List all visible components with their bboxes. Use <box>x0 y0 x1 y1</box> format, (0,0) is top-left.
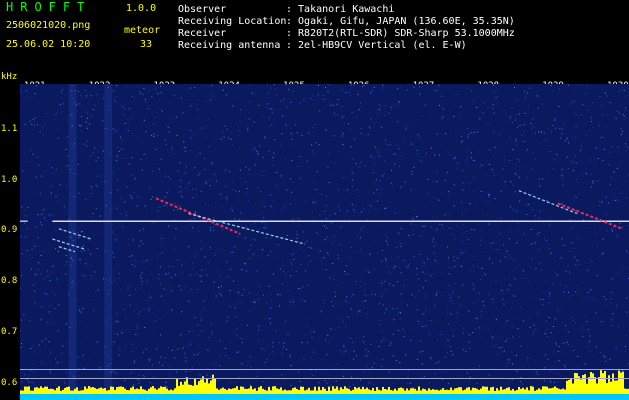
threshold-line <box>20 369 629 370</box>
info-row-receiver: Receiver : R820T2(RTL-SDR) SDR-Sharp 53.… <box>178 28 515 40</box>
y-axis-unit: kHz <box>1 72 18 82</box>
meteor-echo <box>188 213 306 245</box>
interference-band <box>68 84 77 394</box>
threshold-line <box>20 378 629 379</box>
info-value: : Takanori Kawachi <box>286 4 395 15</box>
info-label: Receiver <box>178 28 227 39</box>
meteor-label: meteor <box>124 25 161 36</box>
meteor-echo <box>557 202 623 230</box>
datetime: 25.06.02 10:20 <box>6 39 91 50</box>
y-tick-label: 0.6 <box>1 377 18 388</box>
y-tick-label: 0.7 <box>1 327 18 338</box>
info-label: Observer <box>178 4 227 15</box>
y-tick-label: 0.9 <box>1 225 18 236</box>
meteor-echo <box>52 238 85 250</box>
y-tick-label: 1.0 <box>1 174 18 185</box>
signal-strip <box>20 394 629 400</box>
info-label: Receiving antenna <box>178 40 281 51</box>
station-info: Observer : Takanori Kawachi Receiving Lo… <box>178 4 515 52</box>
filename: 2506021020.png <box>6 20 91 31</box>
interference-band <box>104 84 113 394</box>
info-value: : 2el-HB9CV Vertical (el. E-W) <box>286 40 467 51</box>
meteor-echo <box>518 190 578 215</box>
y-tick-label: 1.1 <box>1 123 18 134</box>
meteor-count: 33 <box>140 39 153 50</box>
info-row-observer: Observer : Takanori Kawachi <box>178 4 515 16</box>
info-value: : Ogaki, Gifu, JAPAN (136.60E, 35.35N) <box>286 16 515 27</box>
info-value: : R820T2(RTL-SDR) SDR-Sharp 53.1000MHz <box>286 28 515 39</box>
app-title: HROFFT <box>6 0 92 14</box>
app-version: 1.0.0 <box>126 3 157 14</box>
info-row-location: Receiving Location : Ogaki, Gifu, JAPAN … <box>178 16 515 28</box>
info-row-antenna: Receiving antenna : 2el-HB9CV Vertical (… <box>178 40 515 52</box>
y-tick-label: 0.8 <box>1 276 18 287</box>
spectrogram-canvas <box>20 84 629 394</box>
spectrogram <box>20 84 629 394</box>
info-label: Receiving Location <box>178 16 287 27</box>
